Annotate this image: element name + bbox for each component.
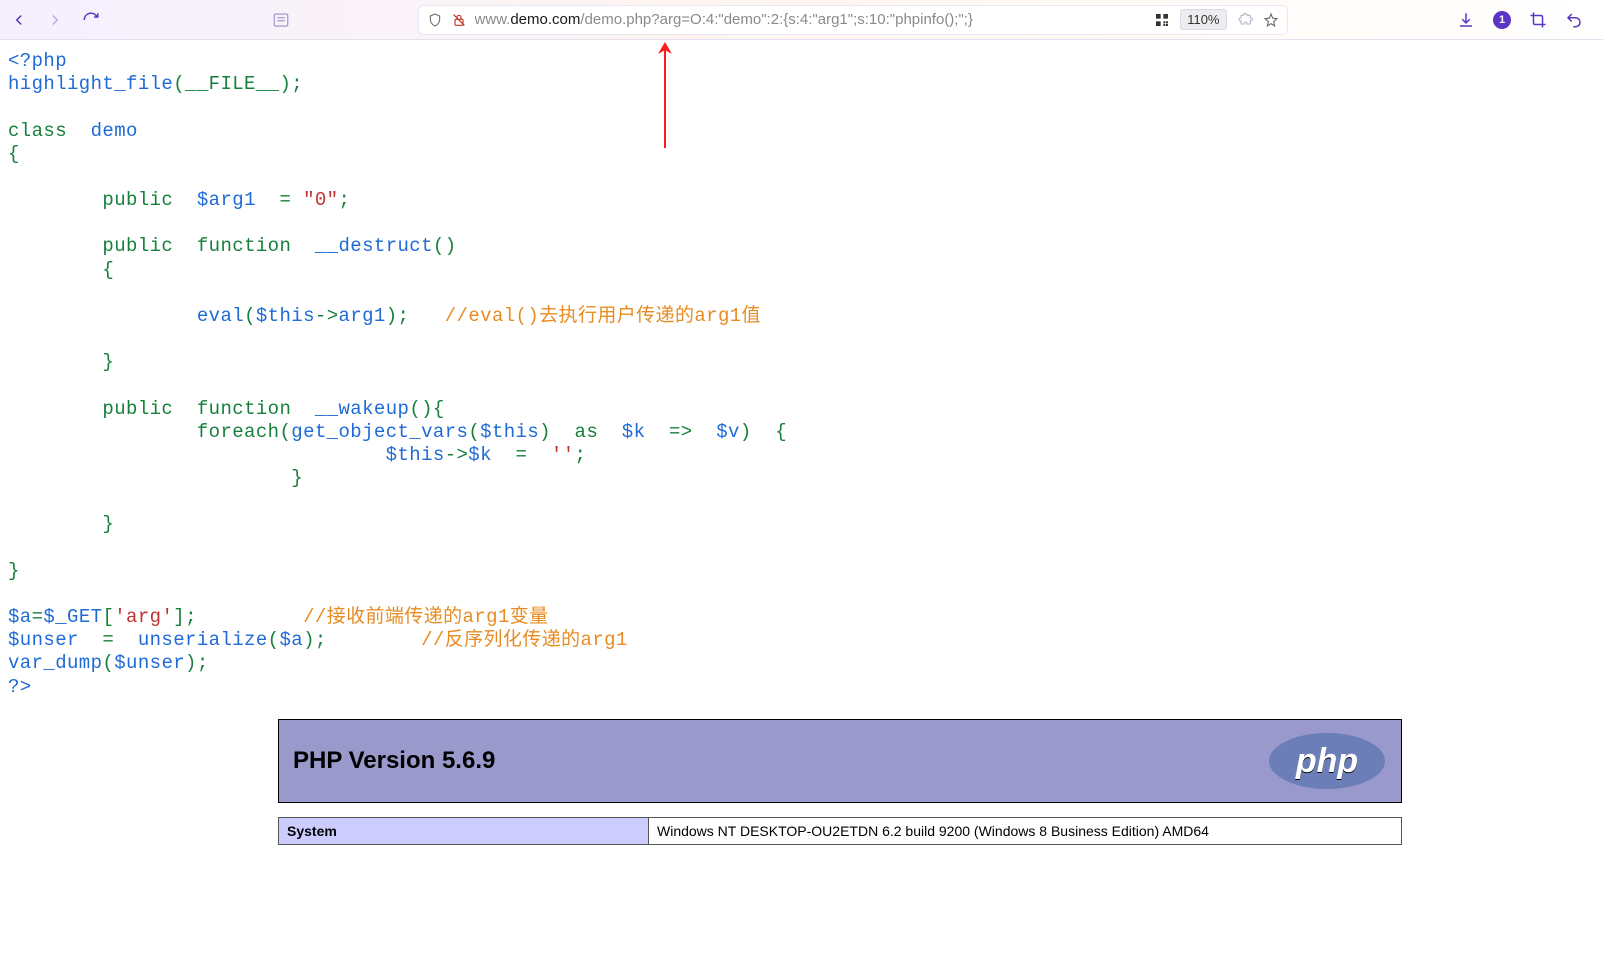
shield-icon [427, 12, 443, 28]
code-eq: = [268, 189, 303, 211]
extension-puzzle-icon[interactable] [1237, 12, 1253, 28]
code-function-kw: function [197, 235, 303, 257]
phpinfo-key: System [279, 817, 649, 844]
code-function-kw2: function [197, 398, 303, 420]
code-vardump: var_dump [8, 652, 102, 674]
code-brace3: } [102, 351, 114, 373]
code-v: $v [716, 421, 740, 443]
zoom-indicator[interactable]: 110% [1180, 9, 1226, 30]
toolbar-right: 1 [1457, 11, 1593, 29]
code-fat-arrow: => [657, 421, 704, 443]
address-right-icons: 110% [1154, 9, 1278, 30]
code-brace6: } [8, 560, 20, 582]
code-eq4: = [91, 629, 126, 651]
nav-buttons-group [10, 11, 100, 29]
phpinfo-value: Windows NT DESKTOP-OU2ETDN 6.2 build 920… [649, 817, 1402, 844]
code-this2: $this [480, 421, 539, 443]
url-prefix: www. [475, 11, 511, 28]
code-file-const: __FILE__ [185, 73, 279, 95]
code-eq2: = [504, 444, 539, 466]
code-foreach: foreach [197, 421, 280, 443]
back-button[interactable] [10, 11, 28, 29]
crop-icon[interactable] [1529, 11, 1547, 29]
code-brace4: } [291, 467, 303, 489]
code-class-name: demo [91, 120, 138, 142]
code-destruct: __destruct [315, 235, 433, 257]
code-paren3: ( [268, 629, 280, 651]
code-comment2: //接收前端传递的arg1变量 [303, 606, 548, 628]
code-a2: $a [279, 629, 303, 651]
code-public-kw: public [102, 189, 185, 211]
code-arg1: arg1 [339, 305, 386, 327]
code-close-tag: ?> [8, 676, 32, 698]
qr-icon[interactable] [1154, 12, 1170, 28]
code-semi2: ; [575, 444, 587, 466]
code-var-unser: $unser [8, 629, 91, 651]
code-brace: { [8, 143, 20, 165]
svg-text:php: php [1295, 742, 1358, 780]
code-this3: $this [386, 444, 445, 466]
address-bar[interactable]: www.demo.com/demo.php?arg=O:4:"demo":2:{… [418, 5, 1288, 35]
browser-toolbar: www.demo.com/demo.php?arg=O:4:"demo":2:{… [0, 0, 1603, 40]
code-k2: $k [468, 444, 503, 466]
code-close2: ); [303, 629, 327, 651]
code-close3: ); [185, 652, 209, 674]
code-var-arg1: $arg1 [197, 189, 268, 211]
url-text: www.demo.com/demo.php?arg=O:4:"demo":2:{… [475, 11, 973, 28]
phpinfo-section: PHP Version 5.6.9 phpphp System Windows … [278, 719, 1402, 845]
code-semi: ; [338, 189, 350, 211]
code-open-brace: { [752, 421, 787, 443]
code-comment1: //eval()去执行用户传递的arg1值 [445, 305, 761, 327]
code-bracket: [ [102, 606, 114, 628]
code-empty-str: '' [551, 444, 575, 466]
code-public-kw2: public [102, 235, 185, 257]
code-var-a: $a [8, 606, 32, 628]
code-getobjvars: get_object_vars [291, 421, 468, 443]
code-comment3: //反序列化传递的arg1 [421, 629, 628, 651]
code-brace2: { [102, 259, 114, 281]
code-wakeup: __wakeup [315, 398, 409, 420]
code-brace5: } [102, 513, 114, 535]
url-path: /demo.php?arg=O:4:"demo":2:{s:4:"arg1";s… [580, 11, 973, 28]
bookmark-star-icon[interactable] [1263, 12, 1279, 28]
code-str-zero: "0" [303, 189, 338, 211]
code-unser2: $unser [114, 652, 185, 674]
php-logo-icon: phpphp [1267, 731, 1387, 791]
code-close: ); [386, 305, 410, 327]
phpinfo-table: System Windows NT DESKTOP-OU2ETDN 6.2 bu… [278, 817, 1402, 845]
code-paren4: ( [102, 652, 114, 674]
code-bracket2: ]; [173, 606, 197, 628]
code-key-arg: 'arg' [114, 606, 173, 628]
code-get: $_GET [43, 606, 102, 628]
code-eq3: = [32, 606, 44, 628]
code-open-tag: <?php [8, 50, 67, 72]
reader-mode-icon[interactable] [272, 11, 290, 29]
code-paren: () [433, 235, 457, 257]
code-class-kw: class [8, 120, 79, 142]
code-as: as [575, 421, 610, 443]
php-source-code: <?php highlight_file ( __FILE__); class de… [8, 50, 1595, 699]
code-public-kw3: public [102, 398, 185, 420]
code-unserialize: unserialize [126, 629, 268, 651]
code-eval: eval [197, 305, 244, 327]
code-fn-highlight: highlight_file [8, 73, 173, 95]
phpinfo-title: PHP Version 5.6.9 [293, 747, 495, 775]
insecure-lock-icon [451, 12, 467, 28]
forward-button[interactable] [46, 11, 64, 29]
url-host: demo.com [510, 11, 580, 28]
phpinfo-header: PHP Version 5.6.9 phpphp [278, 719, 1402, 803]
code-arrow: -> [315, 305, 339, 327]
code-this: $this [256, 305, 315, 327]
table-row: System Windows NT DESKTOP-OU2ETDN 6.2 bu… [279, 817, 1402, 844]
reload-button[interactable] [82, 11, 100, 29]
undo-icon[interactable] [1565, 11, 1583, 29]
page-body: <?php highlight_file ( __FILE__); class de… [0, 40, 1603, 845]
code-arrow2: -> [445, 444, 469, 466]
notification-badge[interactable]: 1 [1493, 11, 1511, 29]
code-k: $k [622, 421, 657, 443]
download-icon[interactable] [1457, 11, 1475, 29]
code-paren2: (){ [409, 398, 444, 420]
